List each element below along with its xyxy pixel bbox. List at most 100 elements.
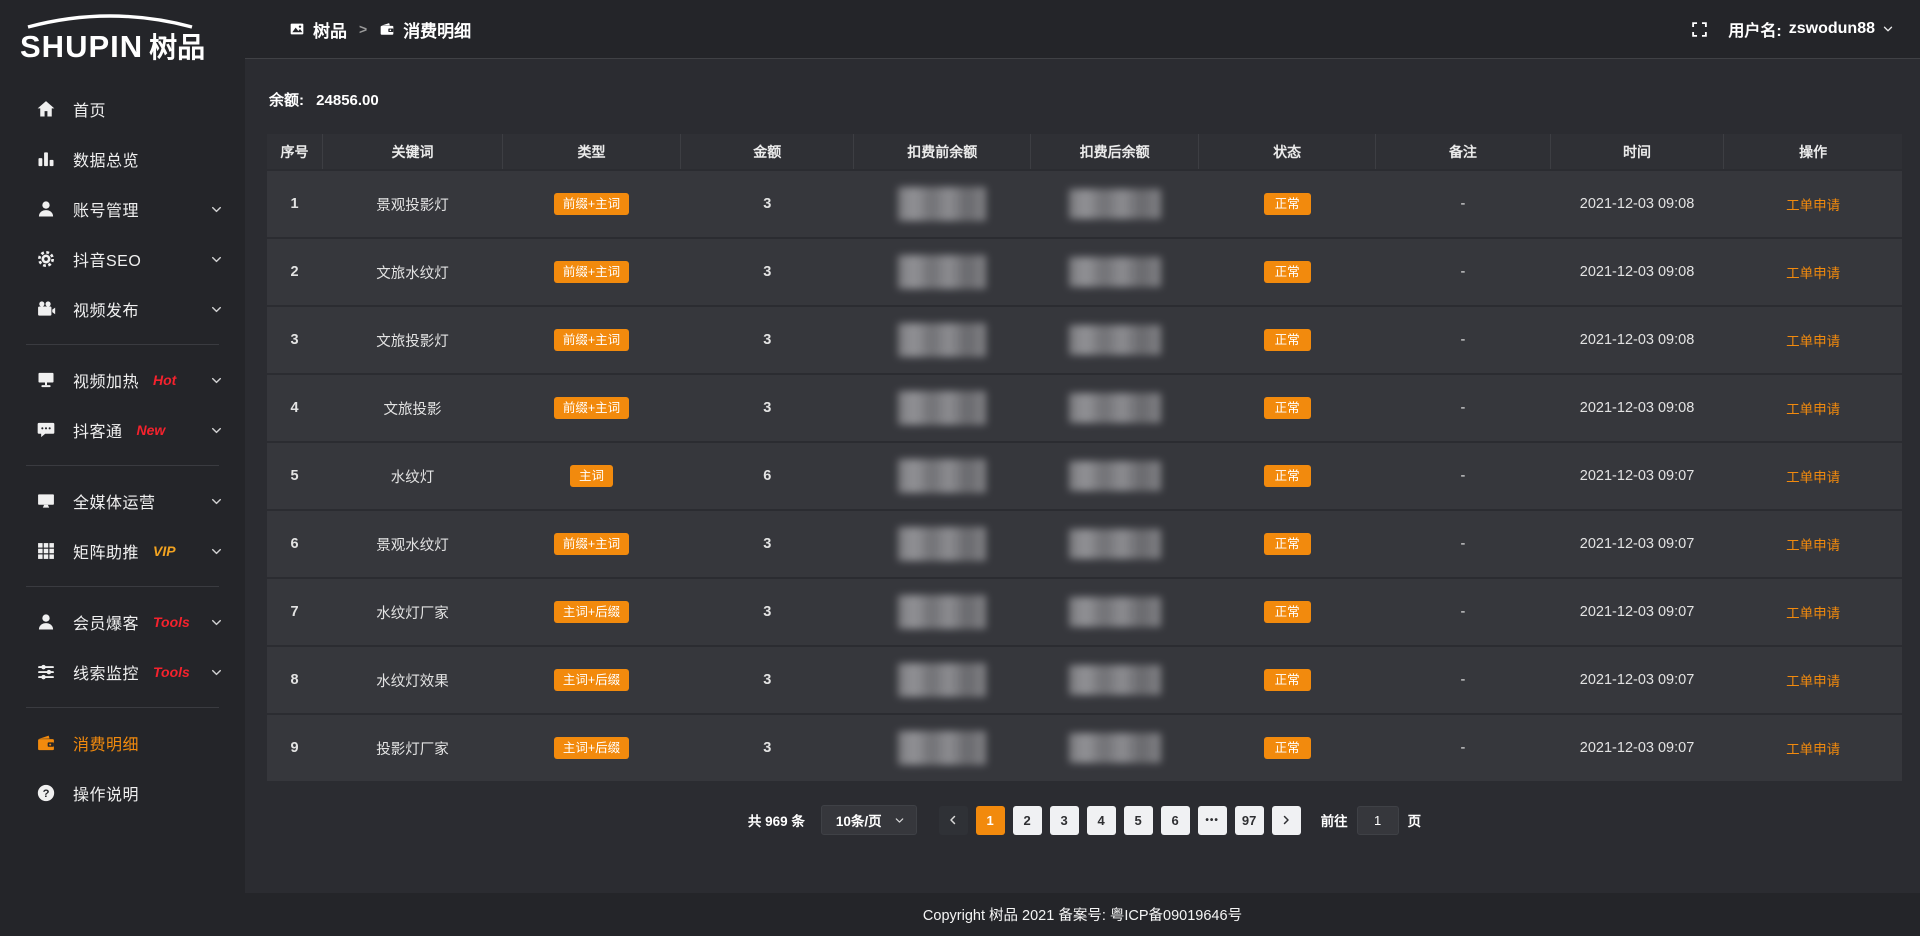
pagination: 共 969 条 10条/页 123456•••97 前往 页 (267, 805, 1902, 835)
cell-time: 2021-12-03 09:07 (1550, 578, 1723, 646)
cell-amount: 3 (681, 238, 854, 306)
cell-keyword: 水纹灯 (323, 442, 503, 510)
sidebar-item-label: 首页 (73, 97, 106, 121)
status-badge: 正常 (1264, 533, 1311, 556)
chevron-down-icon (210, 424, 223, 437)
sidebar-item-video-publish[interactable]: 视频发布 (0, 284, 245, 334)
main-area: 树品 > 消费明细 用户名: zswodun88 余额: (245, 0, 1920, 936)
sidebar-item-douketong[interactable]: 抖客通New (0, 405, 245, 455)
user-area: 用户名: zswodun88 (1691, 17, 1894, 41)
column-header: 序号 (267, 134, 323, 170)
sidebar-item-label: 视频加热 (73, 368, 139, 392)
column-header: 扣费后余额 (1031, 134, 1199, 170)
status-badge: 正常 (1264, 601, 1311, 624)
table-row: 9投影灯厂家主词+后缀3正常-2021-12-03 09:07工单申请 (267, 714, 1902, 782)
page-size-select[interactable]: 10条/页 (821, 805, 917, 835)
cell-action: 工单申请 (1724, 714, 1902, 782)
blurred-balance-before (898, 731, 986, 765)
sidebar-item-data-overview[interactable]: 数据总览 (0, 134, 245, 184)
cell-balance-before (854, 170, 1031, 238)
work-order-link[interactable]: 工单申请 (1786, 742, 1840, 757)
table-row: 7水纹灯厂家主词+后缀3正常-2021-12-03 09:07工单申请 (267, 578, 1902, 646)
fullscreen-icon[interactable] (1691, 21, 1708, 38)
cell-keyword: 景观水纹灯 (323, 510, 503, 578)
sidebar-divider (26, 465, 219, 466)
cell-type: 前缀+主词 (502, 510, 680, 578)
page-button-5[interactable]: 5 (1124, 806, 1153, 835)
type-badge: 主词+后缀 (554, 737, 629, 760)
page-button-3[interactable]: 3 (1050, 806, 1079, 835)
breadcrumb-item-consume-detail[interactable]: 消费明细 (379, 17, 471, 42)
table-row: 8水纹灯效果主词+后缀3正常-2021-12-03 09:07工单申请 (267, 646, 1902, 714)
cell-balance-after (1031, 714, 1199, 782)
sidebar-badge-tools: Tools (153, 664, 190, 680)
cell-remark: - (1375, 578, 1550, 646)
cell-remark: - (1375, 238, 1550, 306)
page-button-6[interactable]: 6 (1161, 806, 1190, 835)
sidebar-item-label: 矩阵助推 (73, 539, 139, 563)
work-order-link[interactable]: 工单申请 (1786, 470, 1840, 485)
sidebar-item-label: 会员爆客 (73, 610, 139, 634)
status-badge: 正常 (1264, 261, 1311, 284)
work-order-link[interactable]: 工单申请 (1786, 402, 1840, 417)
user-icon (36, 612, 56, 632)
type-badge: 前缀+主词 (554, 397, 629, 420)
work-order-link[interactable]: 工单申请 (1786, 198, 1840, 213)
work-order-link[interactable]: 工单申请 (1786, 334, 1840, 349)
cell-amount: 3 (681, 170, 854, 238)
cell-remark: - (1375, 170, 1550, 238)
user-dropdown[interactable]: 用户名: zswodun88 (1728, 17, 1894, 41)
table-row: 2文旅水纹灯前缀+主词3正常-2021-12-03 09:08工单申请 (267, 238, 1902, 306)
chevron-down-icon (210, 374, 223, 387)
consumption-table: 序号关键词类型金额扣费前余额扣费后余额状态备注时间操作 1景观投影灯前缀+主词3… (267, 134, 1902, 783)
username-value: zswodun88 (1789, 20, 1875, 38)
sidebar-item-help[interactable]: ?操作说明 (0, 768, 245, 818)
sidebar-item-video-heat[interactable]: 视频加热Hot (0, 355, 245, 405)
sidebar-badge-new: New (137, 422, 166, 438)
sidebar-item-matrix-boost[interactable]: 矩阵助推 VIP (0, 526, 245, 576)
sidebar-divider (26, 586, 219, 587)
work-order-link[interactable]: 工单申请 (1786, 674, 1840, 689)
cell-balance-after (1031, 646, 1199, 714)
prev-page-button[interactable] (939, 806, 968, 835)
cell-type: 前缀+主词 (502, 238, 680, 306)
sidebar-badge-vip: VIP (153, 543, 176, 559)
blurred-balance-before (898, 187, 986, 221)
cell-time: 2021-12-03 09:08 (1550, 238, 1723, 306)
page-ellipsis-button[interactable]: ••• (1198, 806, 1227, 835)
sidebar-item-consume-detail[interactable]: 消费明细 (0, 718, 245, 768)
work-order-link[interactable]: 工单申请 (1786, 538, 1840, 553)
goto-page-suffix: 页 (1408, 810, 1422, 830)
work-order-link[interactable]: 工单申请 (1786, 606, 1840, 621)
chevron-down-icon (210, 545, 223, 558)
sidebar-item-lead-monitor[interactable]: 线索监控Tools (0, 647, 245, 697)
sidebar-item-member-baoke[interactable]: 会员爆客Tools (0, 597, 245, 647)
content-area: 余额: 24856.00 序号关键词类型金额扣费前余额扣费后余额状态备注时间操作… (245, 59, 1920, 893)
cell-remark: - (1375, 306, 1550, 374)
page-button-4[interactable]: 4 (1087, 806, 1116, 835)
footer: Copyright 树品 2021 备案号: 粤ICP备09019646号 (245, 893, 1920, 936)
sidebar-item-account-management[interactable]: 账号管理 (0, 184, 245, 234)
goto-page-input[interactable] (1357, 806, 1399, 835)
sidebar-item-media-operation[interactable]: 全媒体运营 (0, 476, 245, 526)
cell-action: 工单申请 (1724, 578, 1902, 646)
breadcrumb-item-shupin[interactable]: 树品 (289, 17, 347, 42)
page-button-1[interactable]: 1 (976, 806, 1005, 835)
cell-no: 3 (267, 306, 323, 374)
page-button-97[interactable]: 97 (1235, 806, 1264, 835)
breadcrumb-label: 树品 (313, 17, 347, 42)
blurred-balance-after (1069, 393, 1161, 423)
next-page-button[interactable] (1272, 806, 1301, 835)
column-header: 类型 (502, 134, 680, 170)
blurred-balance-before (898, 663, 986, 697)
sidebar-item-label: 数据总览 (73, 147, 139, 171)
logo-text-en: SHUPIN (20, 31, 143, 62)
sidebar-item-home[interactable]: 首页 (0, 84, 245, 134)
page-button-2[interactable]: 2 (1013, 806, 1042, 835)
cell-balance-before (854, 646, 1031, 714)
cell-type: 前缀+主词 (502, 306, 680, 374)
column-header: 状态 (1199, 134, 1376, 170)
cell-remark: - (1375, 714, 1550, 782)
work-order-link[interactable]: 工单申请 (1786, 266, 1840, 281)
sidebar-item-douyin-seo[interactable]: 抖音SEO (0, 234, 245, 284)
